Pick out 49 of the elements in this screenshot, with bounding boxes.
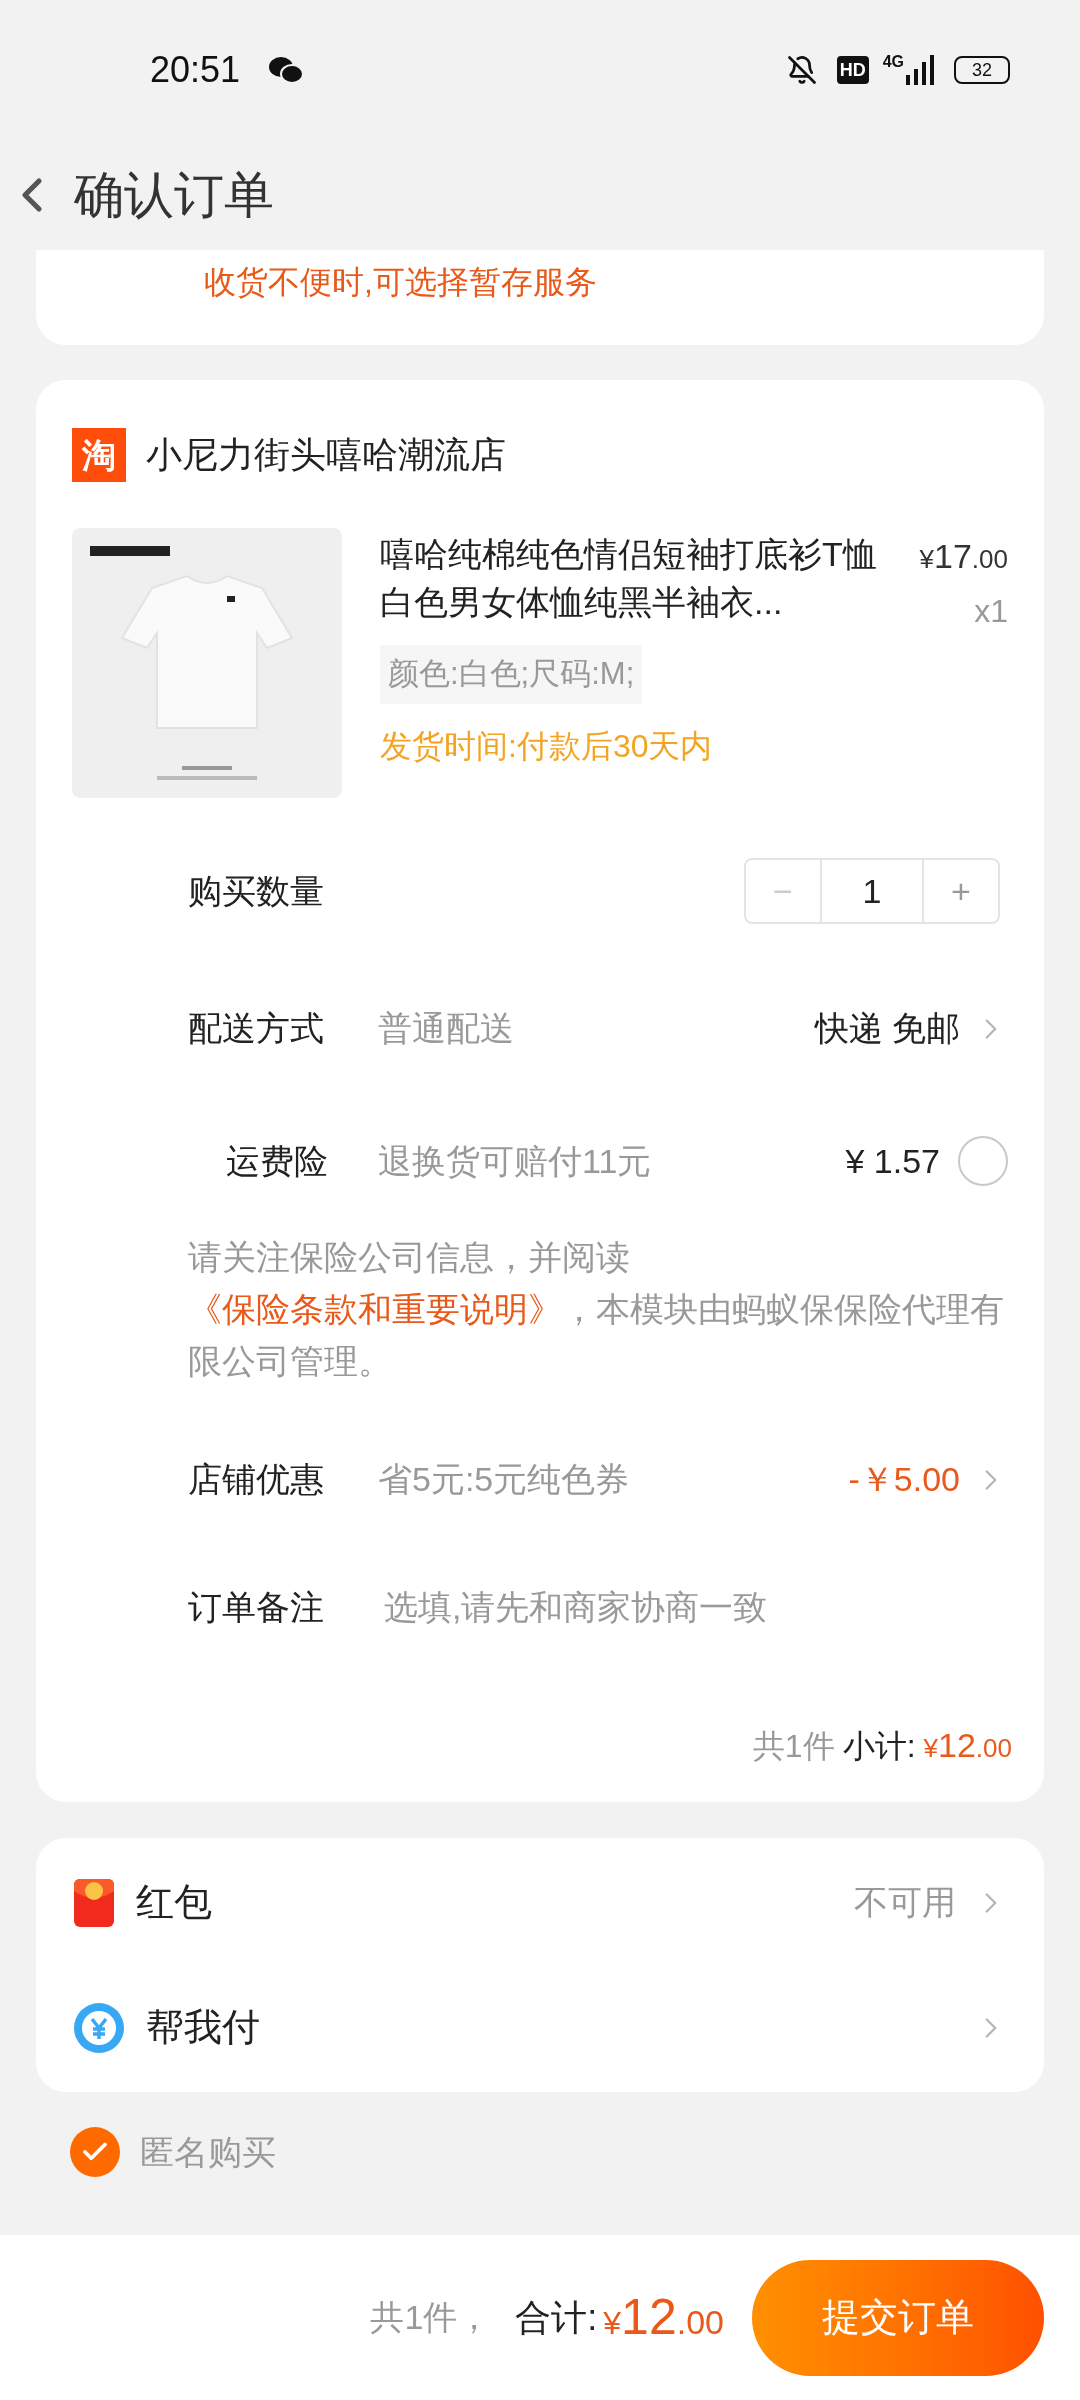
storage-notice: 收货不便时,可选择暂存服务 [204, 264, 597, 300]
anonymous-checkbox[interactable] [70, 2127, 120, 2177]
chat-app-icon [268, 55, 305, 85]
coin-icon [72, 2000, 126, 2055]
option-label: 帮我付 [146, 2005, 260, 2050]
network-label: 4G [882, 52, 904, 72]
envelope-icon [72, 1876, 116, 1929]
discount-value: -￥5.00 [848, 1459, 960, 1500]
subtotal-count: 共1件 [752, 1727, 835, 1766]
mute-icon [786, 55, 817, 85]
row-label: 订单备注 [188, 1586, 325, 1628]
total-count: 共1件， [370, 2297, 492, 2338]
delivery-row[interactable]: 配送方式 普通配送 快递 免邮 [36, 966, 1044, 1091]
row-detail: 退换货可赔付11元 [378, 1140, 652, 1182]
quantity-value[interactable]: 1 [820, 860, 924, 922]
status-time: 20:51 [150, 48, 241, 92]
subtotal-label: 小计: [842, 1727, 916, 1766]
total-label: 合计: [515, 2295, 598, 2340]
option-value: 不可用 [854, 1882, 956, 1923]
shop-logo: 淘 [72, 428, 126, 482]
row-label: 运费险 [226, 1140, 329, 1182]
anonymous-label: 匿名购买 [140, 2131, 276, 2173]
page-title: 确认订单 [74, 165, 274, 225]
product-price: ¥17.00 [919, 536, 1008, 577]
option-row[interactable]: 帮我付 [36, 1965, 1044, 2090]
insurance-price: ¥ 1.57 [845, 1140, 940, 1182]
ship-time: 发货时间:付款后30天内 [380, 726, 714, 766]
row-label: 店铺优惠 [188, 1459, 325, 1500]
insurance-note: 请关注保险公司信息，并阅读 《保险条款和重要说明》，本模块由蚂蚁保保险代理有限公司管理。 [187, 1237, 1005, 1382]
hd-badge: HD [836, 56, 869, 84]
discount-row[interactable]: 店铺优惠 省5元:5元纯色券 -￥5.00 [36, 1417, 1044, 1542]
product-spec: 颜色:白色;尺码:M; [380, 645, 643, 704]
remark-field[interactable]: 选填,请先和商家协商一致 [384, 1581, 1008, 1633]
product-title: 嘻哈纯棉纯色情侣短袖打底衫T恤白色男女体恤纯黑半袖衣... [380, 534, 878, 623]
option-row[interactable]: 红包 不可用 [36, 1840, 1044, 1965]
insurance-checkbox[interactable] [958, 1136, 1008, 1186]
row-value: 快递 免邮 [814, 1008, 960, 1049]
signal-icon [906, 55, 934, 85]
row-label: 配送方式 [188, 1008, 325, 1049]
row-detail: 省5元:5元纯色券 [378, 1459, 630, 1500]
insurance-terms-link[interactable]: 《保险条款和重要说明》 [188, 1290, 562, 1328]
battery-indicator: 32 [954, 56, 1010, 84]
option-label: 红包 [136, 1880, 212, 1925]
product-quantity: x1 [974, 592, 1008, 631]
total-amount: ¥12.00 [603, 2288, 724, 2347]
shop-name: 小尼力街头嘻哈潮流店 [146, 433, 506, 477]
row-label: 购买数量 [188, 870, 324, 912]
subtotal-amount: ¥12.00 [923, 1725, 1012, 1766]
row-detail: 普通配送 [378, 1008, 514, 1049]
